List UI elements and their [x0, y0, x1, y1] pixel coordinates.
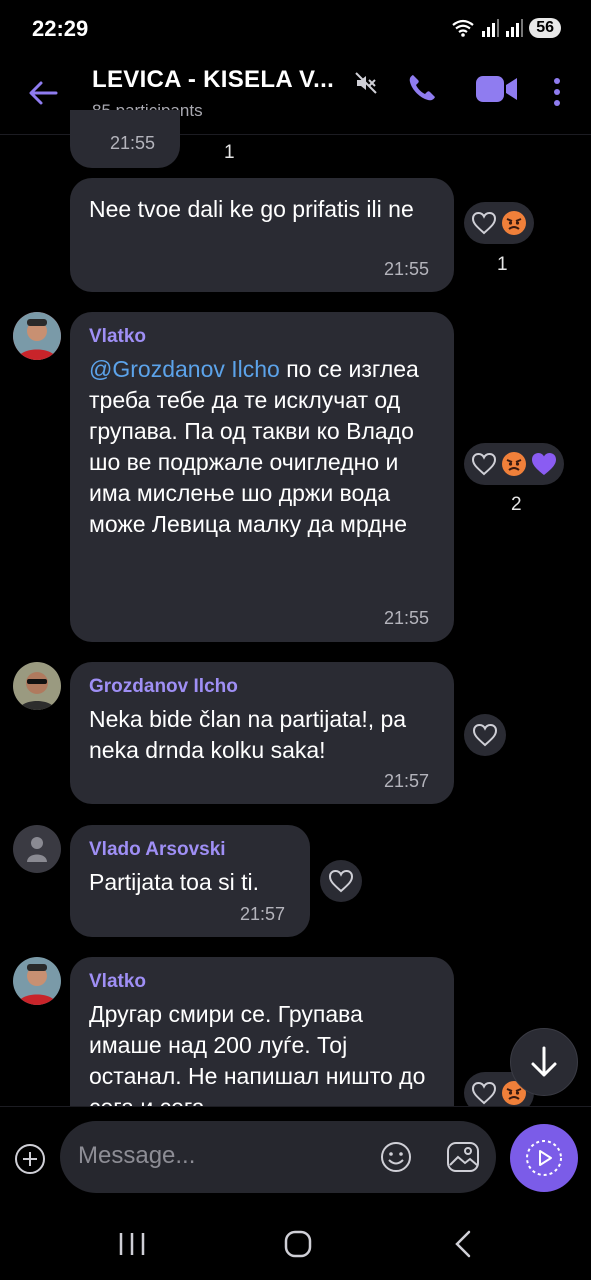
sticker-icon[interactable] — [446, 1141, 480, 1173]
sender-name[interactable]: Grozdanov Ilcho — [89, 676, 238, 698]
heart-icon[interactable] — [471, 1081, 497, 1105]
message-text: Partijata toa si ti. — [89, 869, 260, 895]
heart-icon[interactable] — [471, 211, 497, 235]
message-text: Другар смири се. Групава имаше над 200 л… — [89, 1001, 426, 1120]
message-text: Neka bide član na partijata!, pa neka dr… — [89, 706, 407, 763]
message-bubble[interactable]: Vlado Arsovski Partijata toa si ti. 21:5… — [70, 825, 310, 937]
mention-link[interactable]: @Grozdanov Ilcho — [89, 356, 280, 382]
reactions-pill[interactable] — [464, 202, 534, 244]
heart-icon[interactable] — [328, 869, 354, 893]
smiley-icon[interactable] — [380, 1141, 412, 1173]
avatar[interactable] — [13, 662, 61, 710]
message-bubble[interactable]: Vlatko @Grozdanov Ilcho по се изглеа тре… — [70, 312, 454, 642]
avatar[interactable] — [13, 825, 61, 873]
reactions-pill[interactable] — [464, 443, 564, 485]
video-icon[interactable] — [476, 74, 518, 104]
purple-heart-emoji — [532, 453, 556, 475]
message-time: 21:57 — [384, 771, 430, 791]
default-avatar-icon — [27, 837, 47, 862]
angry-face-emoji — [502, 452, 526, 476]
nav-back-icon[interactable] — [454, 1230, 472, 1258]
message-placeholder: Message... — [78, 1142, 196, 1169]
sender-name[interactable]: Vlatko — [89, 326, 146, 348]
message-bubble[interactable]: Nee tvoe dali ke go prifatis ili ne 21:5… — [70, 178, 454, 292]
system-nav-bar — [0, 1206, 591, 1280]
arrow-down-icon — [531, 1046, 557, 1077]
plus-icon[interactable] — [14, 1143, 46, 1175]
message-time: 21:55 — [384, 259, 430, 279]
message-time: 21:55 — [110, 133, 156, 153]
sender-name[interactable]: Vlatko — [89, 971, 146, 993]
signal-icon — [482, 19, 500, 37]
message-bubble[interactable]: Grozdanov Ilcho Neka bide član na partij… — [70, 662, 454, 804]
composer-bar: Message... — [0, 1106, 591, 1207]
message-time: 21:57 — [240, 904, 286, 924]
wifi-icon — [452, 19, 474, 37]
reaction-count[interactable]: 2 — [511, 494, 522, 516]
angry-face-emoji — [502, 211, 526, 235]
heart-icon[interactable] — [472, 723, 498, 747]
message-input[interactable]: Message... — [60, 1121, 496, 1193]
more-vertical-icon[interactable] — [552, 78, 562, 106]
avatar[interactable] — [13, 957, 61, 1005]
react-button[interactable] — [320, 860, 362, 902]
avatar[interactable] — [13, 312, 61, 360]
message-text: @Grozdanov Ilcho по се изглеа треба тебе… — [89, 354, 439, 540]
muted-speaker-icon — [355, 72, 377, 94]
home-icon[interactable] — [284, 1230, 312, 1258]
message-time: 21:55 — [384, 608, 430, 628]
sender-name[interactable]: Vlado Arsovski — [89, 839, 226, 861]
send-button[interactable] — [510, 1124, 578, 1192]
heart-icon[interactable] — [471, 452, 497, 476]
scroll-to-bottom-button[interactable] — [510, 1028, 578, 1096]
chat-title[interactable]: LEVICA - KISELA V... — [92, 66, 334, 94]
back-arrow-icon[interactable] — [26, 76, 60, 110]
battery-indicator: 56 — [529, 18, 561, 38]
react-button[interactable] — [464, 714, 506, 756]
message-body: по се изглеа треба тебе да те исклучат о… — [89, 356, 419, 537]
message-text: Nee tvoe dali ke go prifatis ili ne — [89, 196, 414, 222]
status-time: 22:29 — [32, 16, 89, 41]
recents-icon[interactable] — [118, 1232, 146, 1256]
avatar-photo — [13, 662, 61, 710]
signal-icon-2 — [506, 19, 524, 37]
status-icons: 56 — [451, 18, 561, 38]
avatar-photo — [13, 957, 61, 1005]
reaction-count[interactable]: 1 — [497, 254, 508, 276]
reaction-count[interactable]: 1 — [224, 142, 235, 164]
send-icon — [526, 1140, 562, 1176]
avatar-photo — [13, 312, 61, 360]
phone-icon[interactable] — [406, 72, 438, 104]
message-bubble[interactable]: 21:55 — [70, 110, 180, 168]
